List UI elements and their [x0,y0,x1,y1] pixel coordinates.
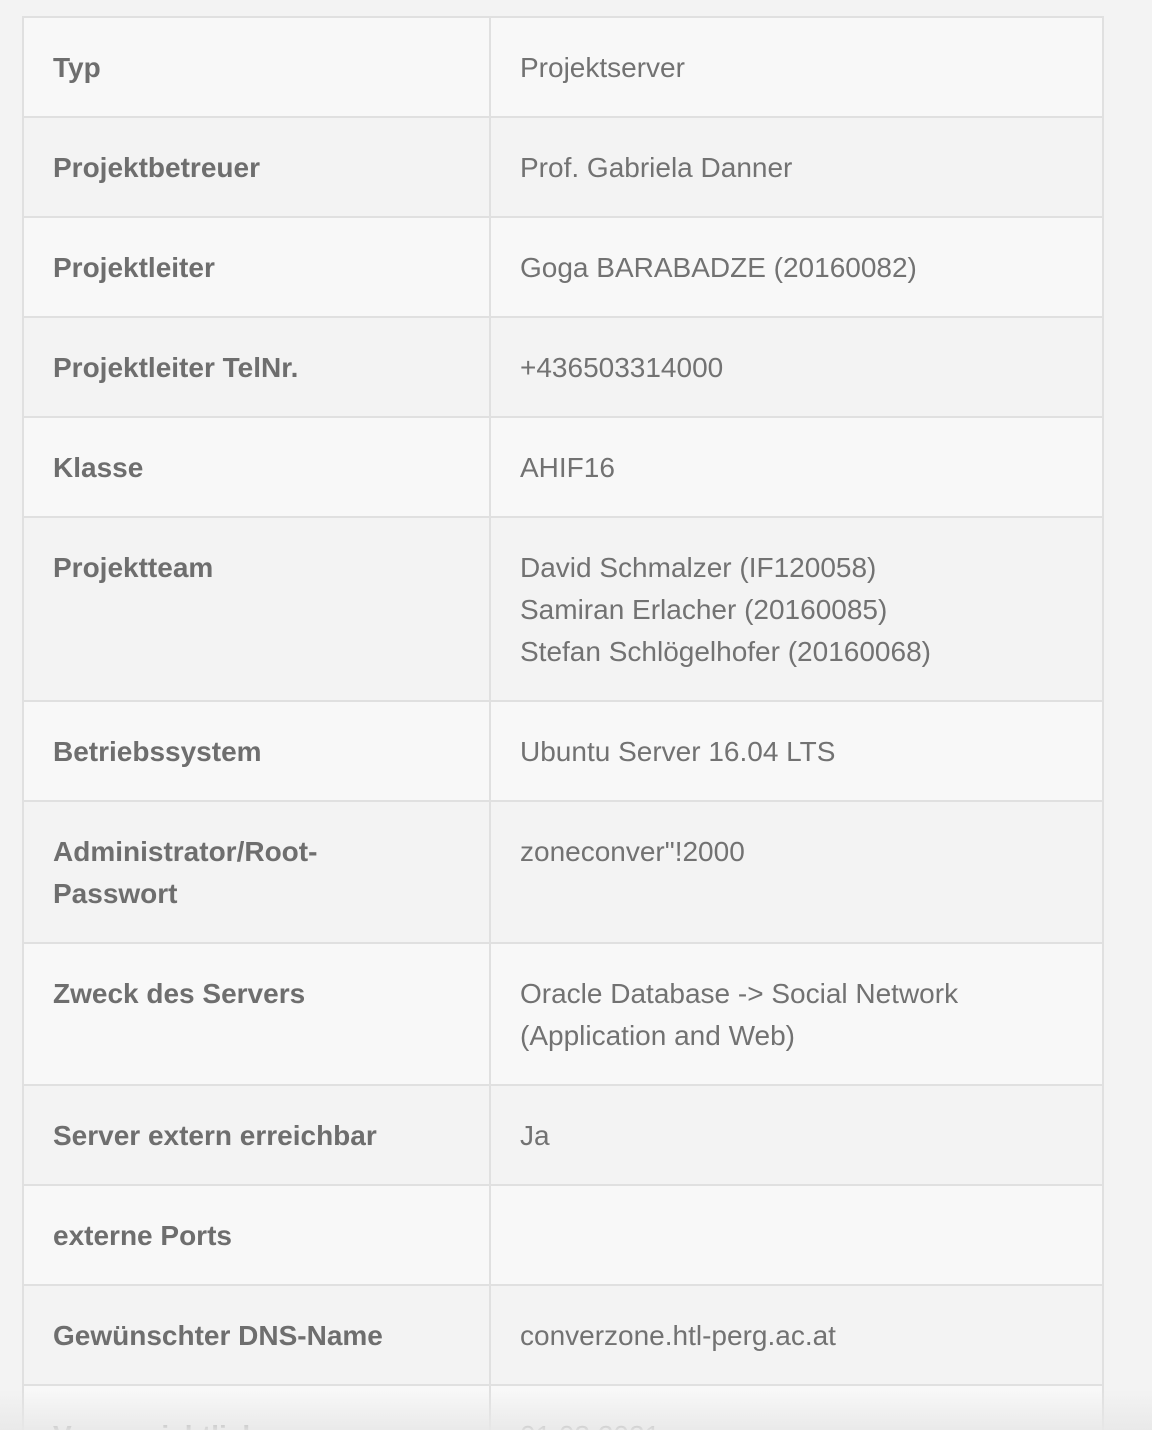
table-row-voraussichtlich: Voraussichtlich 01.03.2021 [22,1384,1104,1430]
row-label: Klasse [22,416,491,518]
row-label: Projektbetreuer [22,116,491,218]
table-row-projektleiter: Projektleiter Goga BARABADZE (20160082) [22,216,1104,318]
row-label: Projektleiter TelNr. [22,316,491,418]
table-row-projektteam: Projektteam David Schmalzer (IF120058) S… [22,516,1104,702]
row-value: AHIF16 [489,416,1104,518]
table-row-projektbetreuer: Projektbetreuer Prof. Gabriela Danner [22,116,1104,218]
row-value: Prof. Gabriela Danner [489,116,1104,218]
row-value [489,1184,1104,1286]
table-row-klasse: Klasse AHIF16 [22,416,1104,518]
row-label: Typ [22,16,491,118]
row-label: Projektleiter [22,216,491,318]
row-label: Voraussichtlich [22,1384,491,1430]
row-value: Ja [489,1084,1104,1186]
table-row-externe-ports: externe Ports [22,1184,1104,1286]
table-row-dns-name: Gewünschter DNS-Name converzone.htl-perg… [22,1284,1104,1386]
table-row-zweck: Zweck des Servers Oracle Database -> Soc… [22,942,1104,1086]
row-value: Goga BARABADZE (20160082) [489,216,1104,318]
row-value: David Schmalzer (IF120058) Samiran Erlac… [489,516,1104,702]
row-value: Ubuntu Server 16.04 LTS [489,700,1104,802]
row-label: Betriebssystem [22,700,491,802]
table-row-extern-erreichbar: Server extern erreichbar Ja [22,1084,1104,1186]
row-label: externe Ports [22,1184,491,1286]
table-row-projektleiter-telnr: Projektleiter TelNr. +436503314000 [22,316,1104,418]
row-label: Server extern erreichbar [22,1084,491,1186]
row-label: Administrator/Root- Passwort [22,800,491,944]
row-value: Projektserver [489,16,1104,118]
row-label: Gewünschter DNS-Name [22,1284,491,1386]
row-value: 01.03.2021 [489,1384,1104,1430]
server-details-table-container: Typ Projektserver Projektbetreuer Prof. … [22,16,1104,1430]
table-row-betriebssystem: Betriebssystem Ubuntu Server 16.04 LTS [22,700,1104,802]
table-row-root-passwort: Administrator/Root- Passwort zoneconver"… [22,800,1104,944]
row-value: converzone.htl-perg.ac.at [489,1284,1104,1386]
row-label: Zweck des Servers [22,942,491,1086]
server-details-table: Typ Projektserver Projektbetreuer Prof. … [22,16,1104,1430]
row-value: zoneconver"!2000 [489,800,1104,944]
table-row-typ: Typ Projektserver [22,16,1104,118]
row-label: Projektteam [22,516,491,702]
row-value: +436503314000 [489,316,1104,418]
row-value: Oracle Database -> Social Network (Appli… [489,942,1104,1086]
